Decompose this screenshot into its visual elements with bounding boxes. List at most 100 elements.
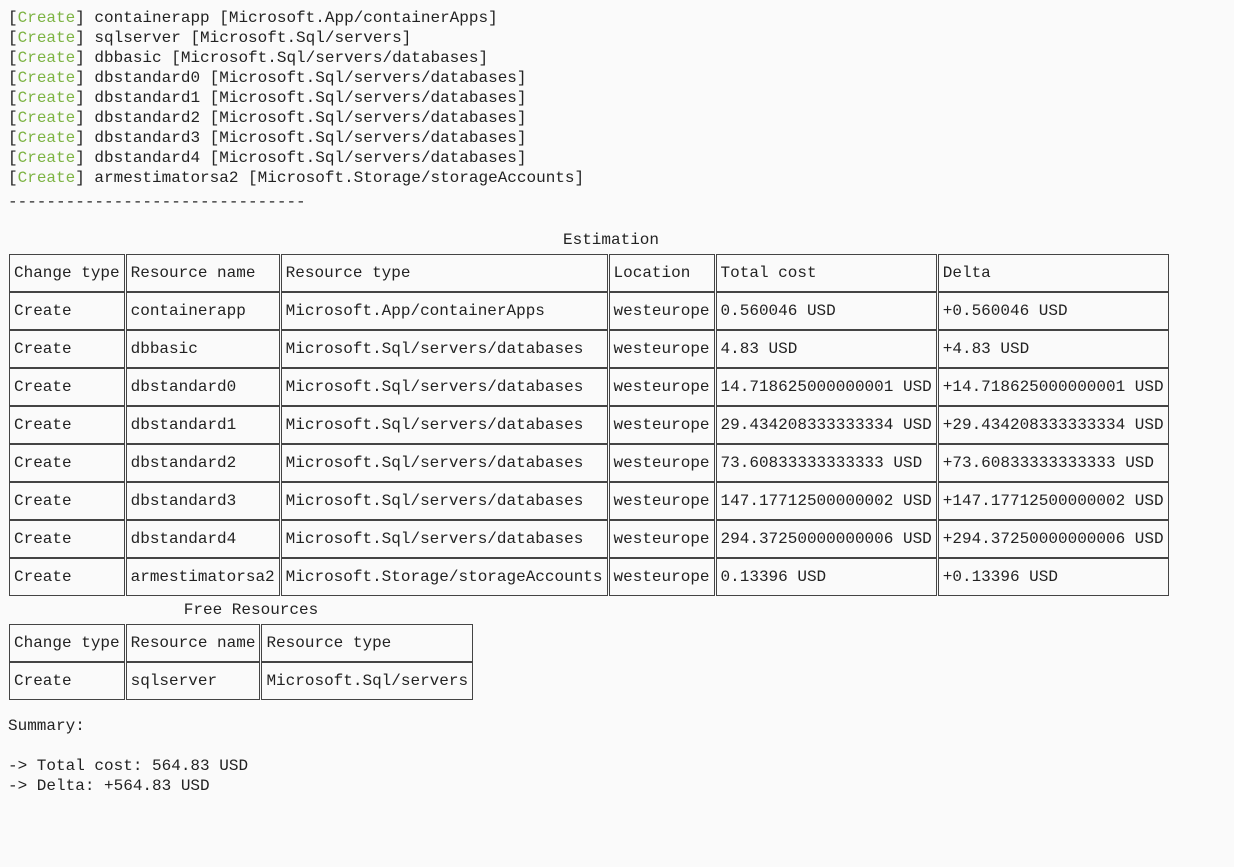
table-cell: westeurope — [609, 368, 715, 406]
table-row: Createdbstandard1Microsoft.Sql/servers/d… — [9, 406, 1169, 444]
free-resources-table: Change typeResource nameResource typeCre… — [8, 624, 474, 700]
free-resources-title: Free Resources — [8, 600, 494, 620]
table-header-cell: Delta — [938, 254, 1169, 292]
table-header-cell: Change type — [9, 624, 125, 662]
table-cell: westeurope — [609, 292, 715, 330]
table-cell: Create — [9, 368, 125, 406]
table-row: CreatesqlserverMicrosoft.Sql/servers — [9, 662, 473, 700]
table-cell: Microsoft.Sql/servers/databases — [281, 406, 608, 444]
create-log: [Create] containerapp [Microsoft.App/con… — [8, 8, 1226, 188]
table-row: CreatedbbasicMicrosoft.Sql/servers/datab… — [9, 330, 1169, 368]
table-row: CreatecontainerappMicrosoft.App/containe… — [9, 292, 1169, 330]
log-line: [Create] dbstandard4 [Microsoft.Sql/serv… — [8, 148, 1226, 168]
table-cell: Create — [9, 558, 125, 596]
table-cell: Microsoft.Sql/servers/databases — [281, 482, 608, 520]
log-line: [Create] dbstandard2 [Microsoft.Sql/serv… — [8, 108, 1226, 128]
table-cell: Microsoft.Sql/servers — [261, 662, 473, 700]
table-cell: dbstandard3 — [126, 482, 280, 520]
table-cell: +147.17712500000002 USD — [938, 482, 1169, 520]
table-cell: armestimatorsa2 — [126, 558, 280, 596]
log-line: [Create] containerapp [Microsoft.App/con… — [8, 8, 1226, 28]
estimation-block: Estimation Change typeResource nameResour… — [8, 230, 1226, 596]
table-cell: +0.13396 USD — [938, 558, 1169, 596]
action-tag: Create — [18, 169, 76, 187]
table-cell: sqlserver — [126, 662, 261, 700]
table-cell: westeurope — [609, 520, 715, 558]
table-cell: westeurope — [609, 406, 715, 444]
action-tag: Create — [18, 129, 76, 147]
action-tag: Create — [18, 49, 76, 67]
table-cell: Create — [9, 482, 125, 520]
summary-delta: -> Delta: +564.83 USD — [8, 776, 1226, 796]
log-line: [Create] sqlserver [Microsoft.Sql/server… — [8, 28, 1226, 48]
table-header-cell: Resource type — [261, 624, 473, 662]
table-cell: westeurope — [609, 482, 715, 520]
table-header-cell: Location — [609, 254, 715, 292]
action-tag: Create — [18, 149, 76, 167]
table-cell: +73.60833333333333 USD — [938, 444, 1169, 482]
table-cell: dbstandard1 — [126, 406, 280, 444]
table-header-cell: Resource name — [126, 624, 261, 662]
table-cell: westeurope — [609, 444, 715, 482]
table-row: Createdbstandard3Microsoft.Sql/servers/d… — [9, 482, 1169, 520]
table-cell: Microsoft.App/containerApps — [281, 292, 608, 330]
log-line: [Create] dbstandard0 [Microsoft.Sql/serv… — [8, 68, 1226, 88]
summary-label: Summary: — [8, 716, 1226, 736]
table-cell: +0.560046 USD — [938, 292, 1169, 330]
table-cell: containerapp — [126, 292, 280, 330]
summary-block: Summary: -> Total cost: 564.83 USD -> De… — [8, 716, 1226, 796]
log-line: [Create] dbbasic [Microsoft.Sql/servers/… — [8, 48, 1226, 68]
table-cell: 29.434208333333334 USD — [716, 406, 937, 444]
action-tag: Create — [18, 89, 76, 107]
summary-blank — [8, 736, 1226, 756]
table-header-cell: Change type — [9, 254, 125, 292]
table-cell: Microsoft.Sql/servers/databases — [281, 520, 608, 558]
table-cell: 73.60833333333333 USD — [716, 444, 937, 482]
table-row: Createdbstandard0Microsoft.Sql/servers/d… — [9, 368, 1169, 406]
table-cell: Microsoft.Storage/storageAccounts — [281, 558, 608, 596]
summary-total-cost: -> Total cost: 564.83 USD — [8, 756, 1226, 776]
table-cell: westeurope — [609, 330, 715, 368]
action-tag: Create — [18, 29, 76, 47]
table-row: Createarmestimatorsa2Microsoft.Storage/s… — [9, 558, 1169, 596]
table-cell: westeurope — [609, 558, 715, 596]
table-cell: +14.718625000000001 USD — [938, 368, 1169, 406]
log-line: [Create] dbstandard3 [Microsoft.Sql/serv… — [8, 128, 1226, 148]
table-row: Createdbstandard2Microsoft.Sql/servers/d… — [9, 444, 1169, 482]
table-header-cell: Total cost — [716, 254, 937, 292]
table-cell: Microsoft.Sql/servers/databases — [281, 330, 608, 368]
table-cell: dbstandard2 — [126, 444, 280, 482]
table-header-cell: Resource name — [126, 254, 280, 292]
table-cell: Microsoft.Sql/servers/databases — [281, 444, 608, 482]
table-cell: Create — [9, 444, 125, 482]
table-cell: 294.37250000000006 USD — [716, 520, 937, 558]
table-cell: Create — [9, 662, 125, 700]
action-tag: Create — [18, 109, 76, 127]
table-cell: 147.17712500000002 USD — [716, 482, 937, 520]
action-tag: Create — [18, 9, 76, 27]
log-line: [Create] dbstandard1 [Microsoft.Sql/serv… — [8, 88, 1226, 108]
table-cell: Create — [9, 292, 125, 330]
table-header-cell: Resource type — [281, 254, 608, 292]
table-cell: +4.83 USD — [938, 330, 1169, 368]
table-cell: Create — [9, 406, 125, 444]
table-cell: 0.13396 USD — [716, 558, 937, 596]
table-header-row: Change typeResource nameResource typeLoc… — [9, 254, 1169, 292]
table-cell: 14.718625000000001 USD — [716, 368, 937, 406]
table-cell: 4.83 USD — [716, 330, 937, 368]
table-cell: 0.560046 USD — [716, 292, 937, 330]
table-cell: +294.37250000000006 USD — [938, 520, 1169, 558]
estimation-table: Change typeResource nameResource typeLoc… — [8, 254, 1170, 596]
table-row: Createdbstandard4Microsoft.Sql/servers/d… — [9, 520, 1169, 558]
table-cell: Create — [9, 520, 125, 558]
table-cell: Create — [9, 330, 125, 368]
table-cell: dbstandard0 — [126, 368, 280, 406]
log-line: [Create] armestimatorsa2 [Microsoft.Stor… — [8, 168, 1226, 188]
free-resources-block: Free Resources Change typeResource nameRe… — [8, 600, 1226, 700]
table-cell: +29.434208333333334 USD — [938, 406, 1169, 444]
divider-line: ------------------------------- — [8, 192, 1226, 212]
estimation-title: Estimation — [8, 230, 1214, 250]
table-cell: dbstandard4 — [126, 520, 280, 558]
action-tag: Create — [18, 69, 76, 87]
table-cell: dbbasic — [126, 330, 280, 368]
